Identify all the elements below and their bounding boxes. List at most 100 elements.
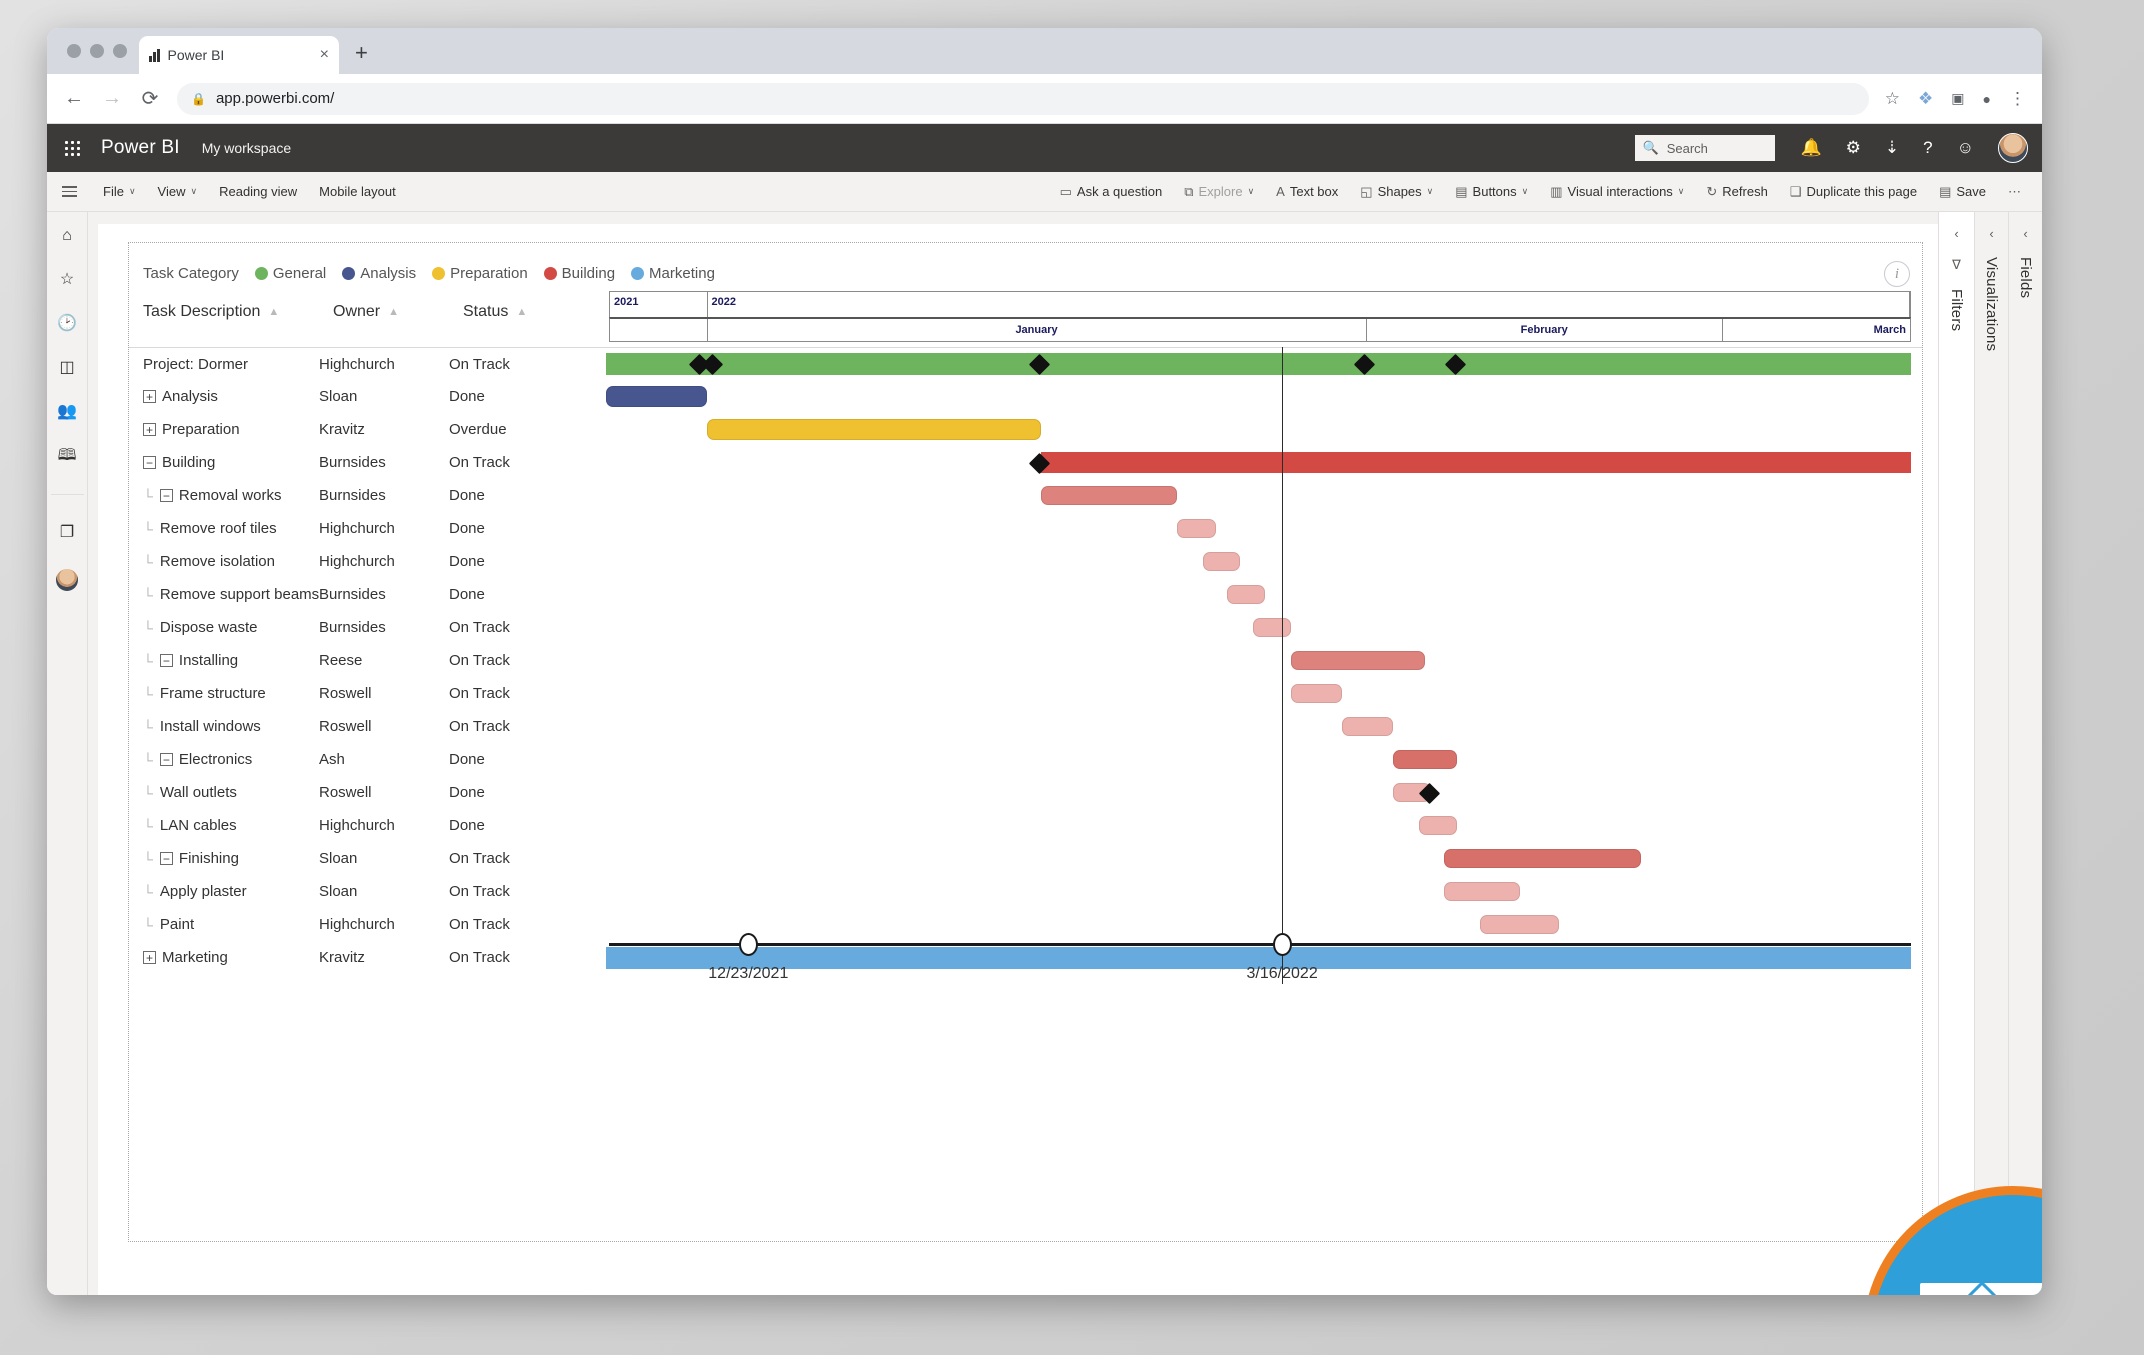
avatar[interactable]	[1998, 133, 2028, 163]
expand-visualizations-chevron-icon[interactable]: ‹	[1989, 226, 1993, 241]
ribbon-item-explore[interactable]: ⧉ Explore ∨	[1173, 172, 1265, 212]
ribbon-item-refresh[interactable]: ↻ Refresh	[1695, 172, 1778, 212]
slider-track[interactable]	[609, 943, 1911, 946]
gantt-bar[interactable]	[1392, 750, 1457, 769]
chevron-down-icon[interactable]: ∨	[1248, 186, 1255, 197]
chevron-down-icon[interactable]: ∨	[1678, 186, 1685, 197]
gantt-bar[interactable]	[606, 352, 1911, 375]
expand-row-button[interactable]: +	[143, 951, 156, 964]
expand-filters-chevron-icon[interactable]: ‹	[1954, 226, 1958, 241]
legend-item-building[interactable]: Building	[543, 265, 615, 282]
visualizations-pane-collapsed[interactable]: ‹ Visualizations	[1974, 212, 2008, 1295]
search-input[interactable]: 🔍 Search	[1634, 135, 1775, 161]
expand-row-button[interactable]: +	[143, 423, 156, 436]
address-bar[interactable]: 🔒 app.powerbi.com/	[177, 82, 1869, 115]
reload-icon[interactable]: ⟳	[139, 86, 161, 111]
window-traffic-lights[interactable]	[61, 28, 139, 74]
legend-item-general[interactable]: General	[254, 265, 326, 282]
chevron-down-icon[interactable]: ∨	[1427, 186, 1434, 197]
legend-item-analysis[interactable]: Analysis	[342, 265, 416, 282]
column-header-owner[interactable]: Owner ▲	[333, 303, 463, 321]
app-launcher-waffle-icon[interactable]	[57, 140, 87, 156]
ribbon-item-more[interactable]: ⋯	[1997, 172, 2032, 212]
close-window-button[interactable]	[67, 44, 81, 58]
settings-gear-icon[interactable]: ⚙	[1846, 138, 1861, 158]
extension-icon[interactable]: ❖	[1918, 89, 1933, 109]
download-icon[interactable]: ⇣	[1885, 138, 1899, 158]
info-icon[interactable]: i	[1884, 261, 1910, 287]
sort-ascending-icon[interactable]: ▲	[516, 306, 527, 318]
apps-icon[interactable]: ◫	[59, 360, 74, 376]
browser-menu-icon[interactable]: ⋮	[2009, 89, 2026, 109]
gantt-bar[interactable]	[1418, 816, 1457, 835]
gantt-visual[interactable]: Task Category General Analysis Preparation…	[128, 242, 1923, 1242]
slider-right-handle[interactable]	[1273, 933, 1293, 956]
gantt-bar[interactable]	[1291, 684, 1342, 703]
ribbon-item-save[interactable]: ▤ Save	[1928, 172, 1997, 212]
gantt-bar[interactable]	[606, 386, 707, 407]
collapse-row-button[interactable]: −	[159, 753, 173, 766]
sort-ascending-icon[interactable]: ▲	[388, 306, 399, 318]
gantt-bar[interactable]	[1443, 849, 1642, 868]
maximize-window-button[interactable]	[113, 44, 127, 58]
notifications-bell-icon[interactable]: 🔔	[1801, 138, 1822, 158]
help-icon[interactable]: ?	[1923, 138, 1932, 158]
favorites-star-icon[interactable]: ☆	[60, 272, 74, 288]
forward-icon[interactable]: →	[101, 87, 123, 110]
gantt-bar[interactable]	[706, 419, 1042, 440]
browser-tab[interactable]: Power BI ×	[139, 36, 339, 74]
ribbon-item-ask-a-question[interactable]: ▭ Ask a question	[1049, 172, 1174, 212]
minimize-window-button[interactable]	[90, 44, 104, 58]
powerbi-brand[interactable]: Power BI	[101, 137, 180, 159]
chevron-down-icon[interactable]: ∨	[1522, 186, 1529, 197]
nav-hamburger-icon[interactable]	[47, 172, 92, 212]
collapse-row-button[interactable]: −	[159, 654, 173, 667]
ribbon-item-mobile-layout[interactable]: Mobile layout	[308, 172, 407, 212]
column-header-task-description[interactable]: Task Description ▲	[143, 303, 333, 321]
feedback-smiley-icon[interactable]: ☺	[1957, 138, 1974, 158]
ribbon-item-visual-interactions[interactable]: ▥ Visual interactions ∨	[1539, 172, 1695, 212]
shared-with-me-icon[interactable]: 👥	[57, 404, 77, 420]
expand-row-button[interactable]: +	[143, 390, 156, 403]
ribbon-item-text-box[interactable]: A Text box	[1265, 172, 1349, 212]
gantt-bar[interactable]	[1227, 585, 1266, 604]
filters-pane-collapsed[interactable]: ‹ ∇ Filters	[1938, 212, 1974, 1295]
gantt-bar[interactable]	[1202, 552, 1241, 571]
ribbon-item-buttons[interactable]: ▤ Buttons ∨	[1444, 172, 1539, 212]
gantt-bar[interactable]	[1480, 915, 1560, 934]
workspaces-icon[interactable]: ❐	[60, 525, 74, 541]
close-tab-button[interactable]: ×	[320, 47, 329, 63]
collapse-row-button[interactable]: −	[159, 852, 173, 865]
legend-item-marketing[interactable]: Marketing	[631, 265, 715, 282]
home-icon[interactable]: ⌂	[62, 228, 72, 244]
gantt-bar[interactable]	[1342, 717, 1393, 736]
gantt-bar[interactable]	[1176, 519, 1216, 538]
expand-fields-chevron-icon[interactable]: ‹	[2023, 226, 2027, 241]
gantt-bar[interactable]	[1291, 651, 1426, 670]
ribbon-item-view[interactable]: View ∨	[147, 172, 209, 212]
gantt-bar[interactable]	[1443, 882, 1521, 901]
collapse-row-button[interactable]: −	[143, 456, 156, 469]
fields-pane-collapsed[interactable]: ‹ Fields	[2008, 212, 2042, 1295]
rail-avatar[interactable]	[56, 569, 78, 591]
column-header-status[interactable]: Status ▲	[463, 303, 563, 321]
sort-ascending-icon[interactable]: ▲	[268, 306, 279, 318]
back-icon[interactable]: ←	[63, 87, 85, 110]
chevron-down-icon[interactable]: ∨	[129, 186, 136, 197]
workspace-breadcrumb[interactable]: My workspace	[202, 140, 291, 156]
puzzle-extensions-icon[interactable]: ▣	[1951, 90, 1964, 107]
ribbon-item-reading-view[interactable]: Reading view	[208, 172, 308, 212]
profile-avatar-icon[interactable]: ●	[1983, 91, 1991, 107]
recent-clock-icon[interactable]: 🕑	[57, 316, 77, 332]
ribbon-item-shapes[interactable]: ◱ Shapes ∨	[1349, 172, 1444, 212]
new-tab-button[interactable]: +	[355, 40, 368, 66]
ribbon-item-file[interactable]: File ∨	[92, 172, 147, 212]
bookmark-star-icon[interactable]: ☆	[1885, 89, 1900, 109]
gantt-bar[interactable]	[1041, 486, 1177, 505]
collapse-row-button[interactable]: −	[159, 489, 173, 502]
gantt-bar[interactable]	[1253, 618, 1292, 637]
chevron-down-icon[interactable]: ∨	[191, 186, 198, 197]
legend-item-preparation[interactable]: Preparation	[432, 265, 528, 282]
gantt-bar[interactable]	[1041, 452, 1911, 473]
ribbon-item-duplicate-this-page[interactable]: ❑ Duplicate this page	[1779, 172, 1928, 212]
